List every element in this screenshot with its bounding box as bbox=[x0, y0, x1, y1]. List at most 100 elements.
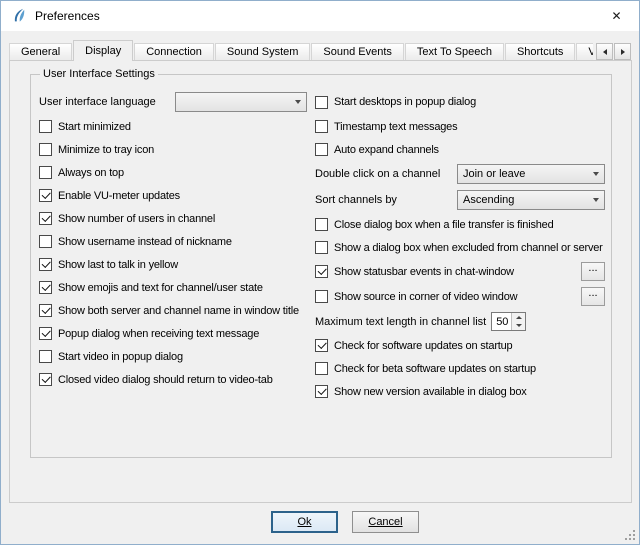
max-text-length-label: Maximum text length in channel list bbox=[315, 316, 486, 328]
titlebar[interactable]: Preferences ✕ bbox=[1, 1, 639, 31]
checkbox-new-version-dialog[interactable] bbox=[315, 385, 328, 398]
left-column: User interface language Start minimized … bbox=[39, 75, 307, 457]
checkbox-minimize-to-tray[interactable] bbox=[39, 143, 52, 156]
close-button[interactable]: ✕ bbox=[594, 1, 639, 31]
ellipsis-label: ... bbox=[588, 263, 597, 273]
checkbox-label[interactable]: Popup dialog when receiving text message bbox=[58, 328, 259, 340]
checkbox-label[interactable]: Check for beta software updates on start… bbox=[334, 363, 536, 375]
checkbox-check-beta-updates[interactable] bbox=[315, 362, 328, 375]
tab-sound-system[interactable]: Sound System bbox=[215, 43, 311, 60]
chevron-down-icon bbox=[593, 172, 599, 176]
sort-channels-select-value: Ascending bbox=[458, 194, 588, 206]
tab-label: Display bbox=[85, 45, 121, 57]
checkbox-timestamp-messages[interactable] bbox=[315, 120, 328, 133]
checkbox-close-filetransfer-dialog[interactable] bbox=[315, 218, 328, 231]
checkbox-video-source-corner[interactable] bbox=[315, 290, 328, 303]
cancel-button-label: Cancel bbox=[368, 516, 402, 528]
row-server-channel-title: Show both server and channel name in win… bbox=[39, 299, 307, 322]
checkbox-label[interactable]: Check for software updates on startup bbox=[334, 340, 512, 352]
checkbox-label[interactable]: Show new version available in dialog box bbox=[334, 386, 527, 398]
tab-general[interactable]: General bbox=[9, 43, 72, 60]
checkbox-label[interactable]: Show both server and channel name in win… bbox=[58, 305, 299, 317]
checkbox-label[interactable]: Start desktops in popup dialog bbox=[334, 96, 476, 108]
tab-label: General bbox=[21, 46, 60, 58]
double-click-select[interactable]: Join or leave bbox=[457, 164, 605, 184]
checkbox-label[interactable]: Show a dialog box when excluded from cha… bbox=[334, 242, 603, 254]
checkbox-check-updates[interactable] bbox=[315, 339, 328, 352]
sort-channels-select[interactable]: Ascending bbox=[457, 190, 605, 210]
checkbox-video-popup[interactable] bbox=[39, 350, 52, 363]
row-video-return-tab: Closed video dialog should return to vid… bbox=[39, 368, 307, 391]
checkbox-always-on-top[interactable] bbox=[39, 166, 52, 179]
tab-shortcuts[interactable]: Shortcuts bbox=[505, 43, 575, 60]
tab-scroll-left-button[interactable] bbox=[596, 43, 613, 60]
language-select-dropdown-button[interactable] bbox=[290, 93, 306, 111]
chevron-up-icon bbox=[516, 316, 522, 319]
resize-grip[interactable] bbox=[624, 529, 637, 542]
ok-button[interactable]: Ok bbox=[271, 511, 338, 533]
tab-scroll-right-button[interactable] bbox=[614, 43, 631, 60]
tab-connection[interactable]: Connection bbox=[134, 43, 214, 60]
checkbox-label[interactable]: Auto expand channels bbox=[334, 144, 439, 156]
arrow-left-icon bbox=[603, 49, 607, 55]
row-start-minimized: Start minimized bbox=[39, 115, 307, 138]
tab-strip: General Display Connection Sound System … bbox=[9, 40, 631, 61]
checkbox-show-username[interactable] bbox=[39, 235, 52, 248]
row-excluded-dialog: Show a dialog box when excluded from cha… bbox=[315, 236, 605, 259]
checkbox-desktops-popup[interactable] bbox=[315, 96, 328, 109]
row-close-filetransfer-dialog: Close dialog box when a file transfer is… bbox=[315, 213, 605, 236]
checkbox-statusbar-events[interactable] bbox=[315, 265, 328, 278]
row-minimize-to-tray: Minimize to tray icon bbox=[39, 138, 307, 161]
checkbox-vu-meter-updates[interactable] bbox=[39, 189, 52, 202]
checkbox-show-user-count[interactable] bbox=[39, 212, 52, 225]
checkbox-label[interactable]: Show source in corner of video window bbox=[334, 291, 517, 303]
statusbar-events-browse-button[interactable]: ... bbox=[581, 262, 605, 281]
checkbox-label[interactable]: Close dialog box when a file transfer is… bbox=[334, 219, 554, 231]
double-click-dropdown-button[interactable] bbox=[588, 165, 604, 183]
checkbox-last-to-talk-yellow[interactable] bbox=[39, 258, 52, 271]
checkbox-label[interactable]: Closed video dialog should return to vid… bbox=[58, 374, 273, 386]
tab-display[interactable]: Display bbox=[73, 40, 133, 61]
checkbox-label[interactable]: Start minimized bbox=[58, 121, 131, 133]
checkbox-label[interactable]: Timestamp text messages bbox=[334, 121, 457, 133]
row-show-user-count: Show number of users in channel bbox=[39, 207, 307, 230]
checkbox-video-return-tab[interactable] bbox=[39, 373, 52, 386]
checkbox-start-minimized[interactable] bbox=[39, 120, 52, 133]
app-icon bbox=[11, 8, 27, 24]
checkbox-label[interactable]: Start video in popup dialog bbox=[58, 351, 183, 363]
cancel-button[interactable]: Cancel bbox=[352, 511, 419, 533]
tab-label: Shortcuts bbox=[517, 46, 563, 58]
checkbox-emojis-text-state[interactable] bbox=[39, 281, 52, 294]
row-last-to-talk-yellow: Show last to talk in yellow bbox=[39, 253, 307, 276]
checkbox-label[interactable]: Always on top bbox=[58, 167, 124, 179]
ellipsis-label: ... bbox=[588, 288, 597, 298]
preferences-window: Preferences ✕ General Display Connection… bbox=[0, 0, 640, 545]
row-check-updates: Check for software updates on startup bbox=[315, 334, 605, 357]
checkbox-label[interactable]: Minimize to tray icon bbox=[58, 144, 154, 156]
checkbox-excluded-dialog[interactable] bbox=[315, 241, 328, 254]
tab-sound-events[interactable]: Sound Events bbox=[311, 43, 404, 60]
checkbox-popup-text-message[interactable] bbox=[39, 327, 52, 340]
double-click-row: Double click on a channel Join or leave bbox=[315, 161, 605, 187]
video-source-browse-button[interactable]: ... bbox=[581, 287, 605, 306]
checkbox-label[interactable]: Show last to talk in yellow bbox=[58, 259, 178, 271]
tab-text-to-speech[interactable]: Text To Speech bbox=[405, 43, 504, 60]
sort-channels-dropdown-button[interactable] bbox=[588, 191, 604, 209]
row-vu-meter-updates: Enable VU-meter updates bbox=[39, 184, 307, 207]
close-icon: ✕ bbox=[611, 9, 621, 23]
row-always-on-top: Always on top bbox=[39, 161, 307, 184]
spin-up-button[interactable] bbox=[512, 313, 525, 322]
checkbox-server-channel-title[interactable] bbox=[39, 304, 52, 317]
chevron-down-icon bbox=[295, 100, 301, 104]
checkbox-label[interactable]: Show statusbar events in chat-window bbox=[334, 266, 514, 278]
spin-down-button[interactable] bbox=[512, 322, 525, 331]
checkbox-label[interactable]: Show username instead of nickname bbox=[58, 236, 232, 248]
checkbox-label[interactable]: Show emojis and text for channel/user st… bbox=[58, 282, 263, 294]
user-interface-settings-group: User Interface Settings User interface l… bbox=[30, 74, 612, 458]
language-select[interactable] bbox=[175, 92, 307, 112]
checkbox-label[interactable]: Show number of users in channel bbox=[58, 213, 215, 225]
checkbox-label[interactable]: Enable VU-meter updates bbox=[58, 190, 180, 202]
max-text-length-input[interactable]: 50 bbox=[492, 313, 511, 330]
checkbox-auto-expand-channels[interactable] bbox=[315, 143, 328, 156]
chevron-down-icon bbox=[516, 324, 522, 327]
